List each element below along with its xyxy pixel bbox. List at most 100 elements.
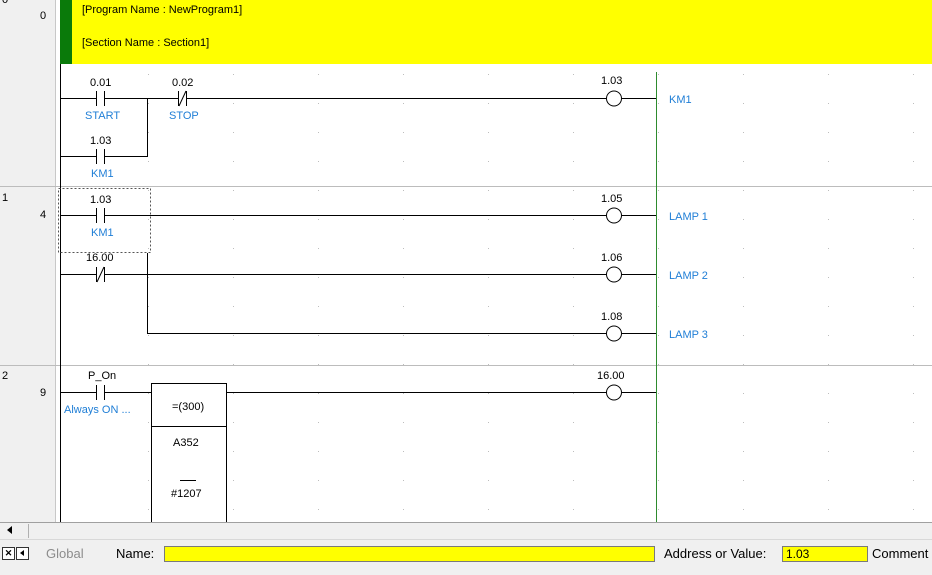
grid-dot [913,277,914,278]
grid-dot [913,74,914,75]
grid-dot [233,422,234,423]
operand-comment: KM1 [91,168,114,180]
grid-dot [913,161,914,162]
operand-comment: Always ON ... [64,404,131,416]
grid-dots [148,74,914,510]
grid-dot [403,393,404,394]
grid-dot [828,335,829,336]
grid-dot [658,364,659,365]
contact-stop[interactable]: 0.02 STOP [169,77,199,122]
grid-dot [233,219,234,220]
grid-dot [743,306,744,307]
operand-comment: START [85,110,120,122]
grid-dot [148,132,149,133]
operand-address: P_On [88,370,116,382]
name-input[interactable] [164,546,655,562]
grid-dot [403,219,404,220]
grid-dot [913,335,914,336]
global-toggle[interactable]: Global [46,546,84,561]
grid-dot [488,277,489,278]
function-block-compare[interactable]: =(300) A352 #1207 [151,383,227,523]
grid-dot [148,219,149,220]
grid-dot [828,103,829,104]
arrow-left-icon[interactable] [2,524,29,538]
grid-dot [403,161,404,162]
coil-lamp2[interactable]: 1.06 LAMP 2 [601,252,708,283]
grid-dot [233,509,234,510]
grid-dot [403,451,404,452]
grid-dot [488,306,489,307]
grid-dot [913,190,914,191]
grid-dot [233,277,234,278]
comment-label: Comment [872,546,929,561]
function-operand-2: #1207 [171,488,202,500]
grid-dot [573,422,574,423]
operand-comment: LAMP 1 [669,211,708,223]
ladder-diagram[interactable]: 0.01 START 0.02 STOP 1.03 KM1 1.03 KM1 1… [0,0,932,522]
operand-comment: KM1 [669,94,692,106]
coil-16-00[interactable]: 16.00 [597,370,625,401]
grid-dot [743,393,744,394]
grid-dot [743,364,744,365]
coil-lamp1[interactable]: 1.05 LAMP 1 [601,193,708,224]
grid-dot [743,103,744,104]
function-operand-1: A352 [173,437,199,449]
grid-dot [148,451,149,452]
grid-dot [743,161,744,162]
grid-dot [233,132,234,133]
grid-dot [573,248,574,249]
contact-km1[interactable]: 1.03 KM1 [90,194,114,239]
grid-dot [318,509,319,510]
grid-dot [658,190,659,191]
grid-dot [828,451,829,452]
operand-comment: LAMP 3 [669,329,708,341]
grid-dot [403,422,404,423]
dock-icon[interactable] [16,547,29,560]
grid-dot [573,219,574,220]
grid-dot [403,74,404,75]
ladder-editor[interactable]: 0 0 1 4 2 9 [Program Name : NewProgram1]… [0,0,932,522]
contact-16-00[interactable]: 16.00 [86,252,114,283]
operand-comment: KM1 [91,227,114,239]
grid-dot [233,161,234,162]
coil-lamp3[interactable]: 1.08 LAMP 3 [601,311,708,342]
grid-dot [743,335,744,336]
grid-dot [828,74,829,75]
grid-dot [913,422,914,423]
grid-dot [488,451,489,452]
grid-dot [743,248,744,249]
grid-dot [658,480,659,481]
close-icon[interactable]: ✕ [2,547,15,560]
grid-dot [913,509,914,510]
grid-dot [403,248,404,249]
grid-dot [488,422,489,423]
grid-dot [743,74,744,75]
contact-start[interactable]: 0.01 START [85,77,120,122]
grid-dot [318,277,319,278]
grid-dot [573,364,574,365]
address-input[interactable] [782,546,868,562]
operand-comment: LAMP 2 [669,270,708,282]
grid-dot [233,306,234,307]
grid-dot [148,74,149,75]
grid-dot [488,74,489,75]
operand-comment: STOP [169,110,199,122]
operand-address: 1.06 [601,252,622,264]
grid-dot [148,335,149,336]
grid-dot [658,306,659,307]
contact-hold-km1[interactable]: 1.03 KM1 [90,135,114,180]
grid-dot [828,509,829,510]
grid-dot [913,451,914,452]
grid-dot [148,393,149,394]
grid-dot [658,393,659,394]
rung-2: P_On Always ON ... =(300) A352 #1207 16.… [61,370,656,522]
grid-dot [233,74,234,75]
grid-dot [573,306,574,307]
grid-dot [488,509,489,510]
grid-dot [828,422,829,423]
coil-km1[interactable]: 1.03 KM1 [601,75,692,107]
operand-address: 0.01 [90,77,111,89]
horizontal-scrollbar[interactable] [0,522,932,539]
name-label: Name: [116,546,155,561]
grid-dot [658,335,659,336]
